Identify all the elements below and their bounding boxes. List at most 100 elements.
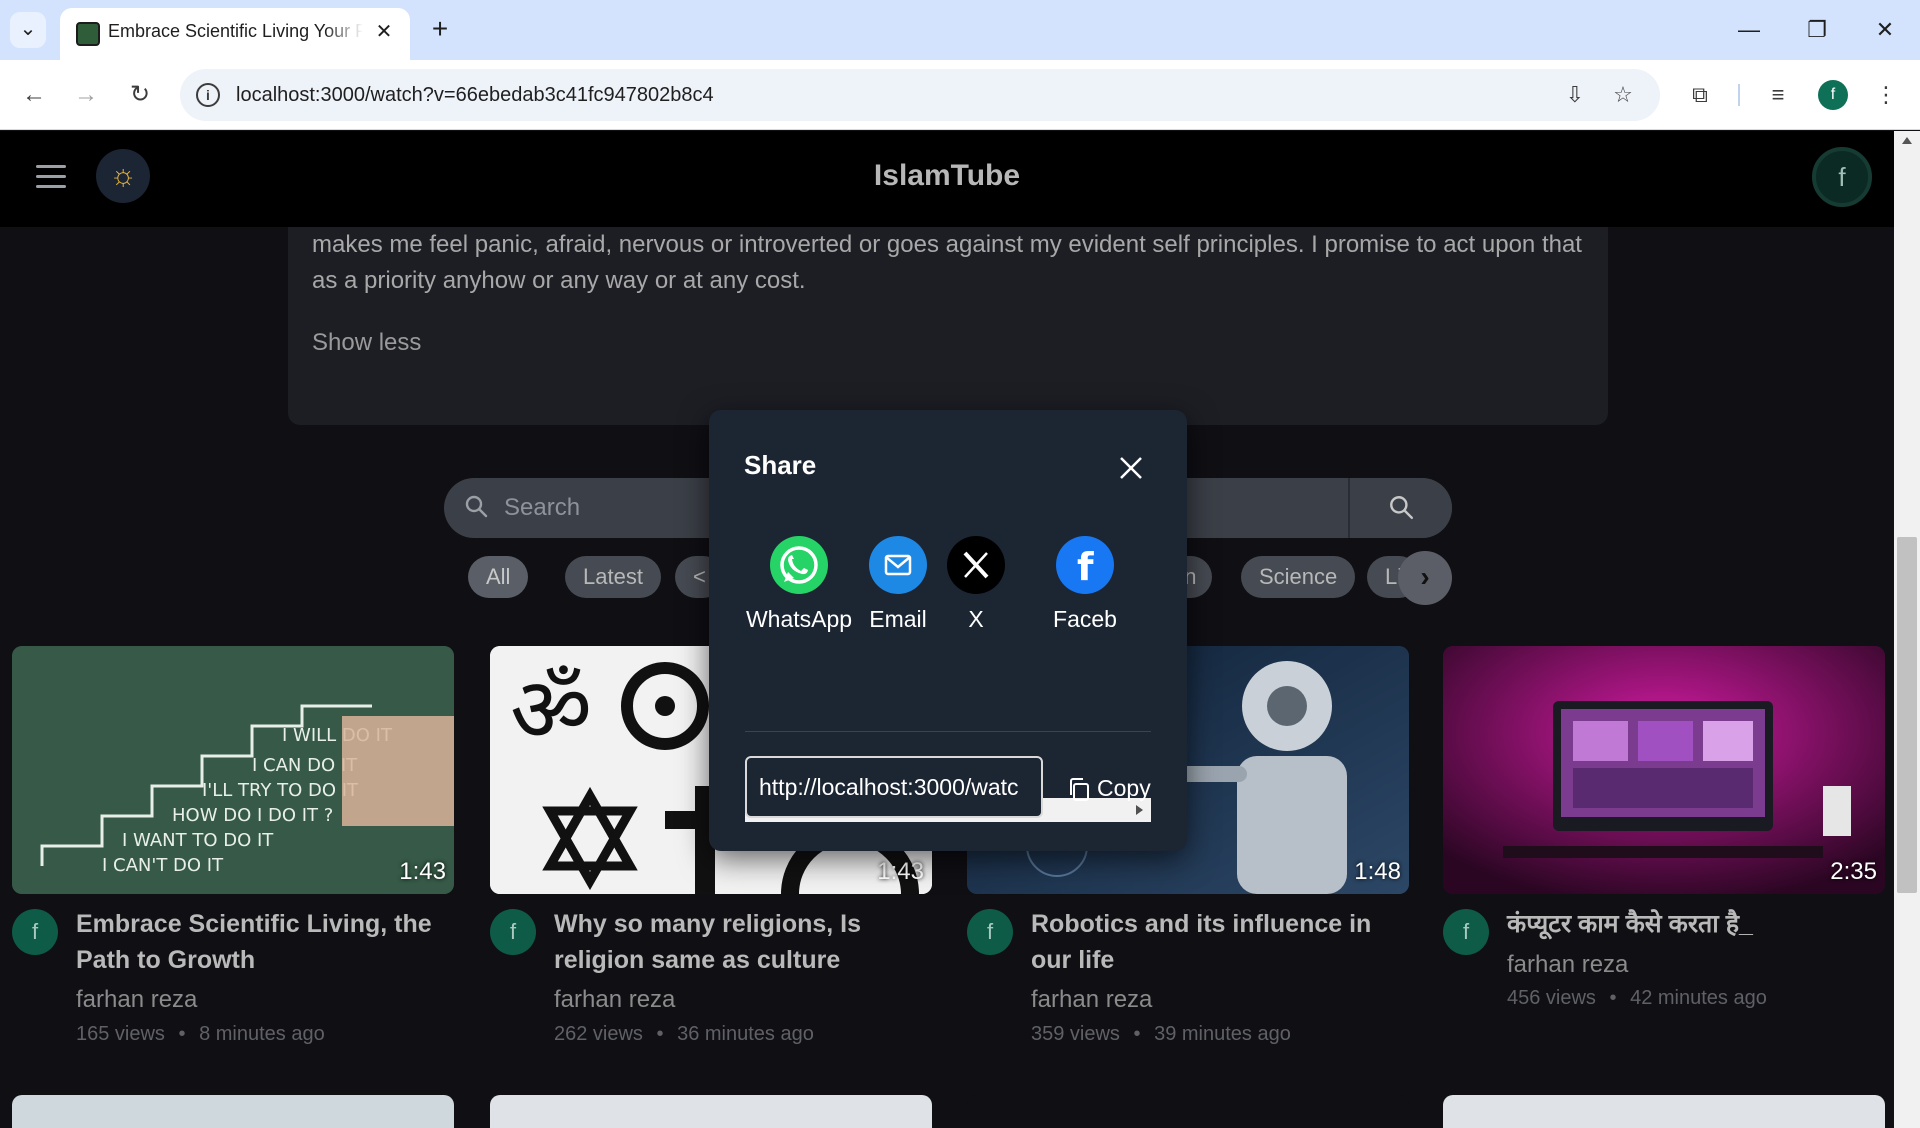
svg-text:f: f xyxy=(1077,545,1094,589)
brand-title: IslamTube xyxy=(873,159,1021,192)
scroll-up-arrow-icon[interactable] xyxy=(1902,137,1912,144)
address-url[interactable]: localhost:3000/watch?v=66ebedab3c41fc947… xyxy=(236,84,714,107)
upload-age: 42 minutes ago xyxy=(1630,987,1767,1009)
video-thumbnail[interactable] xyxy=(490,1095,932,1128)
tab-close-icon[interactable]: ✕ xyxy=(372,20,396,44)
install-app-icon[interactable]: ⇩ xyxy=(1560,81,1590,111)
scroll-right-arrow-icon[interactable] xyxy=(1136,805,1143,815)
dialog-divider xyxy=(745,731,1151,732)
svg-text:I CAN'T DO IT: I CAN'T DO IT xyxy=(102,855,224,876)
copy-link-button[interactable]: Copy xyxy=(1067,770,1151,806)
svg-text:ॐ: ॐ xyxy=(510,658,592,763)
share-dialog: Share WhatsApp Email X f Faceb http://lo… xyxy=(709,410,1187,851)
video-meta: 262 views • 36 minutes ago xyxy=(554,1023,814,1046)
video-thumbnail[interactable] xyxy=(12,1095,454,1128)
chips-next-arrow-icon[interactable]: › xyxy=(1398,551,1452,605)
video-title[interactable]: Why so many religions, Is religion same … xyxy=(554,906,934,978)
video-meta: 359 views • 39 minutes ago xyxy=(1031,1023,1291,1046)
app-header: ☼ IslamTube f xyxy=(0,131,1894,227)
page-scrollbar-thumb[interactable] xyxy=(1897,537,1917,893)
browser-menu-icon[interactable]: ⋮ xyxy=(1866,75,1906,115)
meta-separator: • xyxy=(178,1023,186,1045)
channel-avatar[interactable]: f xyxy=(967,909,1013,955)
video-duration: 2:35 xyxy=(1830,858,1877,885)
view-count: 456 views xyxy=(1507,987,1596,1009)
page-scrollbar[interactable] xyxy=(1894,131,1920,1128)
share-x-button[interactable]: X xyxy=(921,536,1031,633)
bookmark-star-icon[interactable]: ☆ xyxy=(1608,81,1638,111)
close-icon[interactable] xyxy=(1111,448,1151,488)
video-thumbnail[interactable] xyxy=(967,1095,1409,1128)
video-duration: 1:48 xyxy=(1354,858,1401,885)
meta-separator: • xyxy=(1609,987,1617,1009)
svg-text:HOW DO I DO IT ?: HOW DO I DO IT ? xyxy=(172,805,333,826)
channel-avatar[interactable]: f xyxy=(490,909,536,955)
view-count: 262 views xyxy=(554,1023,643,1045)
share-dialog-title: Share xyxy=(744,450,817,480)
svg-text:I'LL TRY TO DO IT: I'LL TRY TO DO IT xyxy=(202,780,359,801)
chip-science[interactable]: Science xyxy=(1241,556,1356,598)
address-bar[interactable]: i localhost:3000/watch?v=66ebedab3c41fc9… xyxy=(180,69,1660,121)
search-submit-button[interactable] xyxy=(1348,478,1452,538)
page-viewport: programmatic approach for positive influ… xyxy=(0,131,1894,1128)
share-option-label: Faceb xyxy=(1053,606,1117,632)
share-whatsapp-button[interactable]: WhatsApp xyxy=(745,536,854,633)
channel-avatar[interactable]: f xyxy=(12,909,58,955)
copy-icon xyxy=(1067,777,1091,803)
video-title[interactable]: Robotics and its influence in our life xyxy=(1031,906,1411,978)
video-title[interactable]: Embrace Scientific Living, the Path to G… xyxy=(76,906,456,978)
channel-name[interactable]: farhan reza xyxy=(76,986,197,1014)
upload-age: 39 minutes ago xyxy=(1154,1023,1291,1045)
meta-separator: • xyxy=(1133,1023,1141,1045)
channel-name[interactable]: farhan reza xyxy=(1031,986,1152,1014)
reload-button[interactable]: ↻ xyxy=(120,75,160,115)
browser-profile-avatar[interactable]: f xyxy=(1818,80,1848,110)
tab-search-button[interactable]: ⌄ xyxy=(10,12,46,48)
channel-avatar[interactable]: f xyxy=(1443,909,1489,955)
close-window-button[interactable]: ✕ xyxy=(1860,8,1910,52)
channel-name[interactable]: farhan reza xyxy=(554,986,675,1014)
extensions-icon[interactable]: ⧉ xyxy=(1680,75,1720,115)
whatsapp-icon xyxy=(770,536,828,594)
user-avatar[interactable]: f xyxy=(1812,147,1872,207)
share-url-field[interactable] xyxy=(745,756,1043,818)
upload-age: 36 minutes ago xyxy=(677,1023,814,1045)
video-card[interactable]: 2:35 f कंप्यूटर काम कैसे करता है_ farhan… xyxy=(1443,646,1885,1066)
forward-button[interactable]: → xyxy=(66,75,106,115)
svg-text:I WANT TO DO IT: I WANT TO DO IT xyxy=(122,830,274,851)
show-less-button[interactable]: Show less xyxy=(312,329,421,357)
tab-title: Embrace Scientific Living Your P xyxy=(108,21,363,41)
chip-all[interactable]: All xyxy=(468,556,529,598)
channel-name[interactable]: farhan reza xyxy=(1507,951,1628,979)
video-thumbnail[interactable]: I WILL DO IT I CAN DO IT I'LL TRY TO DO … xyxy=(12,646,454,894)
video-meta: 165 views • 8 minutes ago xyxy=(76,1023,325,1046)
computer-desk-thumbnail-art xyxy=(1443,646,1885,894)
chip-latest[interactable]: Latest xyxy=(565,556,661,598)
video-duration: 1:43 xyxy=(399,858,446,885)
video-thumbnail[interactable]: 2:35 xyxy=(1443,646,1885,894)
browser-tab[interactable]: Embrace Scientific Living Your P ✕ xyxy=(60,8,410,60)
new-tab-button[interactable]: + xyxy=(422,12,458,48)
back-button[interactable]: ← xyxy=(14,75,54,115)
upload-age: 8 minutes ago xyxy=(199,1023,325,1045)
share-option-label: WhatsApp xyxy=(745,606,853,632)
video-thumbnail[interactable] xyxy=(1443,1095,1885,1128)
facebook-icon: f xyxy=(1056,536,1114,594)
media-control-icon[interactable]: ≡ xyxy=(1758,75,1798,115)
share-facebook-button[interactable]: f Faceb xyxy=(1030,536,1140,633)
video-title[interactable]: कंप्यूटर काम कैसे करता है_ xyxy=(1507,906,1887,942)
video-meta: 456 views • 42 minutes ago xyxy=(1507,987,1767,1010)
browser-toolbar: ← → ↻ i localhost:3000/watch?v=66ebedab3… xyxy=(0,60,1920,130)
view-count: 359 views xyxy=(1031,1023,1120,1045)
video-card[interactable]: I WILL DO IT I CAN DO IT I'LL TRY TO DO … xyxy=(12,646,454,1066)
copy-label: Copy xyxy=(1097,775,1151,801)
minimize-button[interactable]: — xyxy=(1724,8,1774,52)
x-icon xyxy=(947,536,1005,594)
video-duration: 1:43 xyxy=(877,858,924,885)
browser-tab-strip: ⌄ Embrace Scientific Living Your P ✕ + —… xyxy=(0,0,1920,60)
chalkboard-thumbnail-art: I WILL DO IT I CAN DO IT I'LL TRY TO DO … xyxy=(12,646,454,894)
restore-button[interactable]: ❐ xyxy=(1792,8,1842,52)
search-icon xyxy=(465,495,488,518)
site-favicon-icon xyxy=(76,22,100,46)
site-info-icon[interactable]: i xyxy=(196,83,220,107)
